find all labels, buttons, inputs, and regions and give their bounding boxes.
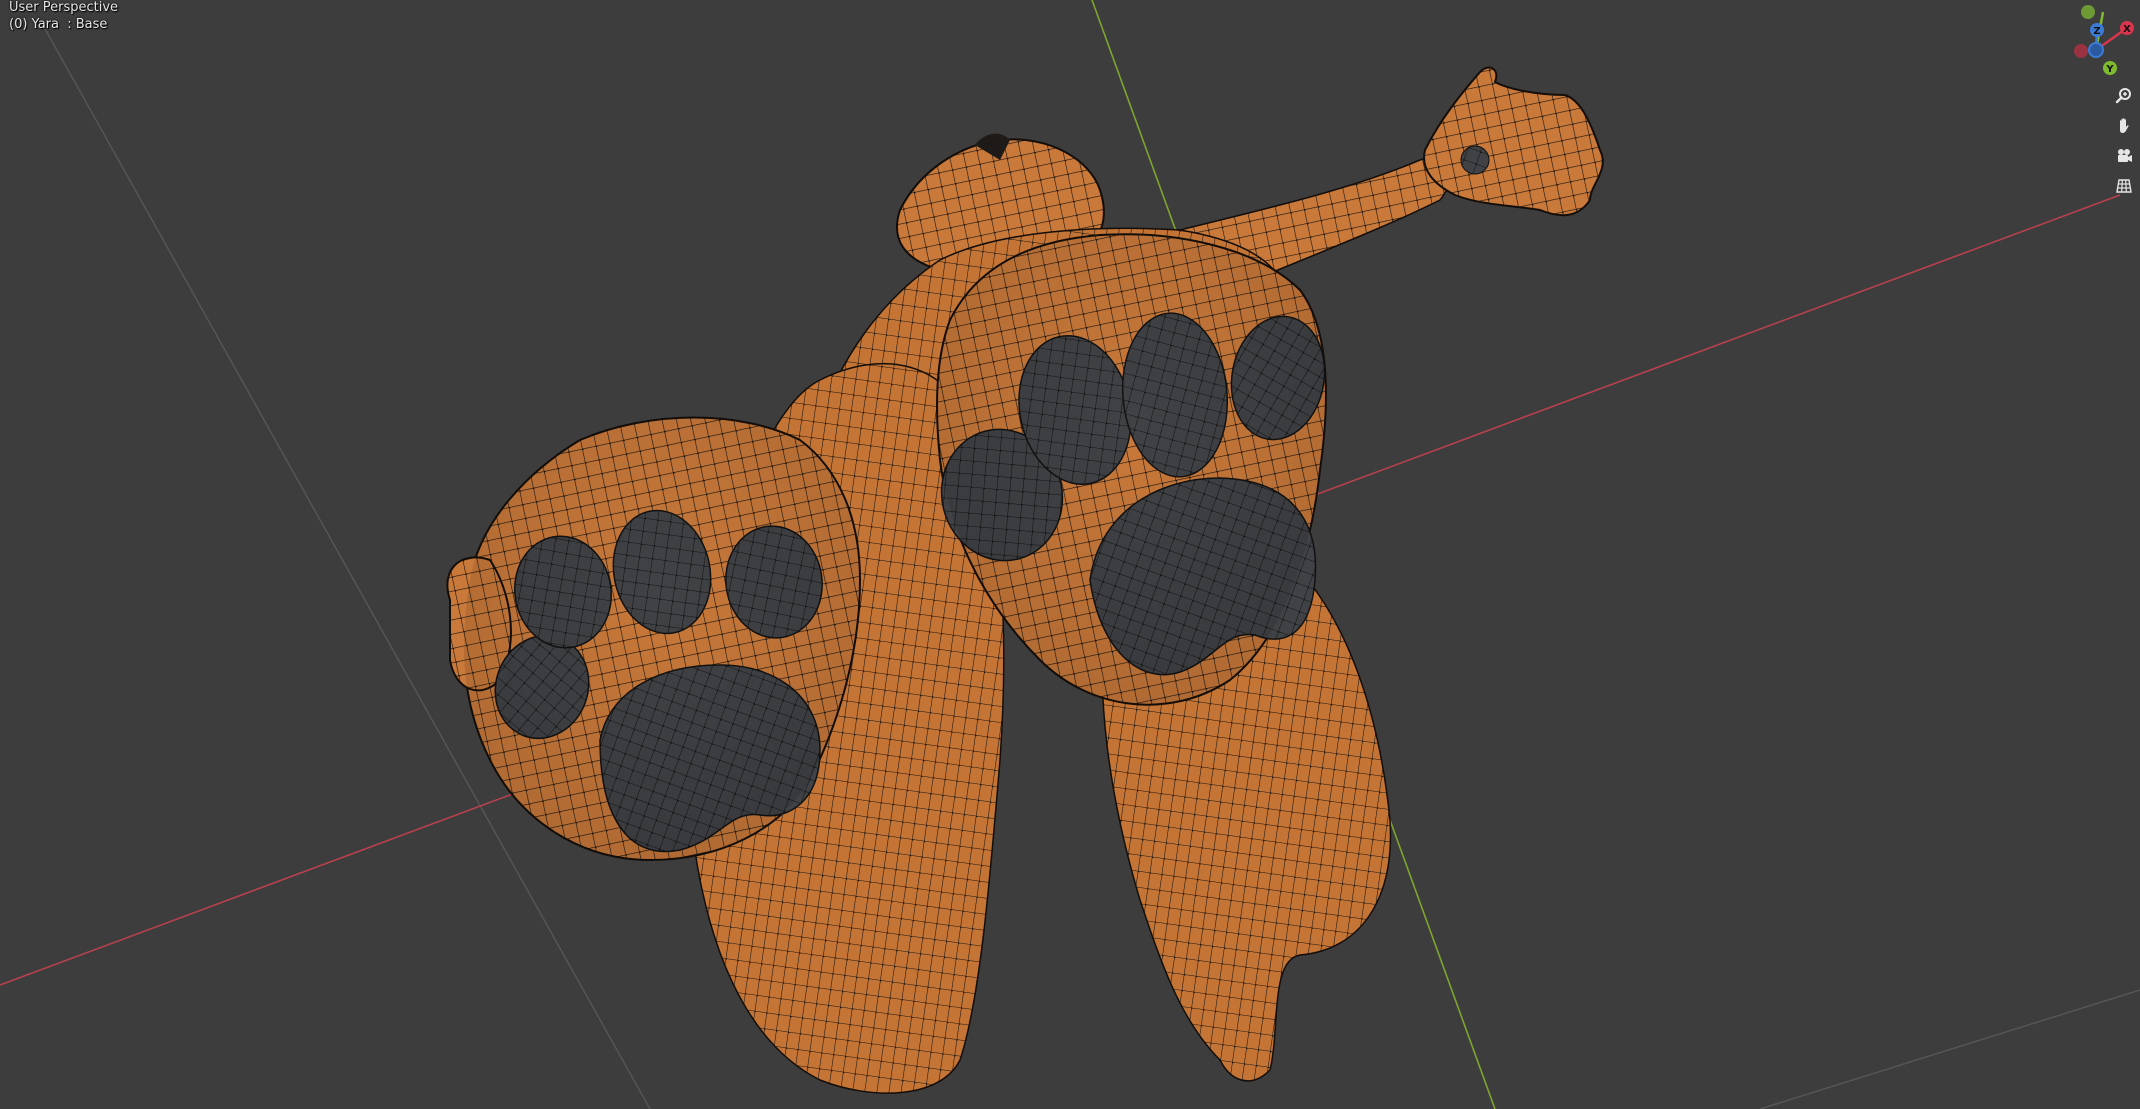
svg-text:Y: Y [2105, 64, 2114, 75]
camera-view-button[interactable] [2110, 142, 2138, 170]
character-mesh[interactable] [446, 66, 1604, 1094]
gizmo-z-axis[interactable]: Z [2090, 23, 2104, 37]
3d-viewport[interactable]: User Perspective (0) Yara : Base Z X Y [0, 0, 2140, 1109]
zoom-icon [2115, 88, 2131, 104]
ortho-toggle-button[interactable] [2110, 172, 2138, 200]
orthographic-grid-icon [2116, 179, 2132, 193]
camera-view-icon [2118, 149, 2132, 162]
gizmo-y-neg[interactable] [2074, 44, 2088, 58]
viewport-scene[interactable] [0, 0, 2140, 1109]
gizmo-y-axis[interactable]: Y [2103, 61, 2117, 75]
svg-text:Z: Z [2093, 26, 2100, 37]
gizmo-x-axis[interactable]: X [2120, 21, 2134, 35]
grid-line [1759, 989, 2140, 1109]
svg-text:X: X [2123, 24, 2131, 35]
hand-pan-icon [2120, 118, 2129, 133]
object-info-label: (0) Yara : Base [9, 17, 108, 32]
view-name-label: User Perspective [9, 0, 119, 15]
pan-button[interactable] [2110, 112, 2138, 140]
gizmo-y-top[interactable] [2081, 5, 2095, 19]
hand-pad [1460, 145, 1490, 175]
zoom-button[interactable] [2110, 82, 2138, 110]
viewport-nav-tools [2110, 82, 2138, 202]
mesh-hand [1423, 66, 1604, 217]
gizmo-z-neg[interactable] [2088, 42, 2104, 58]
navigation-gizmo[interactable]: Z X Y [2060, 0, 2140, 80]
